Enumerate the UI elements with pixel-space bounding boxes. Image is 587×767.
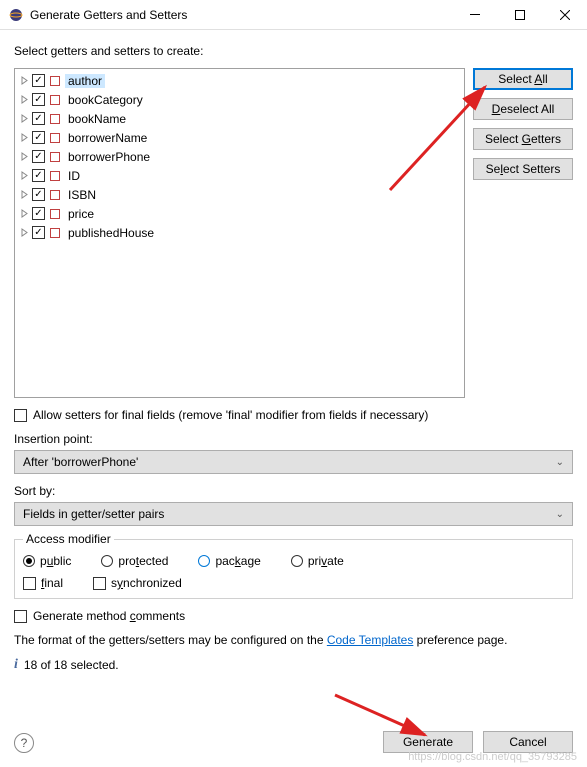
chevron-down-icon: ⌄ <box>556 457 564 468</box>
synchronized-label: synchronized <box>111 576 182 590</box>
field-icon <box>50 171 60 181</box>
expand-icon[interactable] <box>19 227 30 238</box>
access-modifier-legend: Access modifier <box>23 532 114 546</box>
field-icon <box>50 76 60 86</box>
access-package-radio[interactable]: package <box>198 554 260 568</box>
generate-comments-checkbox[interactable] <box>14 610 27 623</box>
field-icon <box>50 209 60 219</box>
fields-tree[interactable]: author bookCategory bookName borrowerName bo… <box>14 68 465 398</box>
code-templates-link[interactable]: Code Templates <box>327 633 414 647</box>
insertion-point-dropdown[interactable]: After 'borrowerPhone' ⌄ <box>14 450 573 474</box>
generate-comments-label: Generate method comments <box>33 609 185 623</box>
field-checkbox[interactable] <box>32 74 45 87</box>
tree-item[interactable]: bookName <box>15 109 464 128</box>
field-checkbox[interactable] <box>32 131 45 144</box>
synchronized-checkbox[interactable] <box>93 577 106 590</box>
expand-icon[interactable] <box>19 94 30 105</box>
allow-final-label: Allow setters for final fields (remove '… <box>33 408 428 422</box>
window-title: Generate Getters and Setters <box>30 8 452 22</box>
status-text: 18 of 18 selected. <box>24 658 119 672</box>
expand-icon[interactable] <box>19 170 30 181</box>
field-icon <box>50 95 60 105</box>
help-icon[interactable]: ? <box>14 733 34 753</box>
select-all-button[interactable]: Select All <box>473 68 573 90</box>
allow-final-checkbox[interactable] <box>14 409 27 422</box>
access-protected-radio[interactable]: protected <box>101 554 168 568</box>
tree-item[interactable]: ID <box>15 166 464 185</box>
field-icon <box>50 228 60 238</box>
field-checkbox[interactable] <box>32 207 45 220</box>
select-getters-button[interactable]: Select Getters <box>473 128 573 150</box>
field-label: bookName <box>65 112 129 126</box>
field-checkbox[interactable] <box>32 226 45 239</box>
tree-item[interactable]: price <box>15 204 464 223</box>
final-checkbox[interactable] <box>23 577 36 590</box>
expand-icon[interactable] <box>19 113 30 124</box>
field-checkbox[interactable] <box>32 188 45 201</box>
expand-icon[interactable] <box>19 208 30 219</box>
info-icon: i <box>14 657 18 673</box>
field-icon <box>50 114 60 124</box>
expand-icon[interactable] <box>19 189 30 200</box>
field-label: bookCategory <box>65 93 146 107</box>
tree-item[interactable]: publishedHouse <box>15 223 464 242</box>
sort-by-label: Sort by: <box>14 484 573 498</box>
watermark: https://blog.csdn.net/qq_35793285 <box>408 751 577 763</box>
final-label: final <box>41 576 63 590</box>
maximize-button[interactable] <box>497 0 542 29</box>
sort-by-value: Fields in getter/setter pairs <box>23 507 164 521</box>
field-checkbox[interactable] <box>32 93 45 106</box>
field-label: borrowerName <box>65 131 150 145</box>
eclipse-icon <box>8 7 24 23</box>
minimize-button[interactable] <box>452 0 497 29</box>
instruction-label: Select getters and setters to create: <box>14 44 573 58</box>
deselect-all-button[interactable]: Deselect All <box>473 98 573 120</box>
sort-by-dropdown[interactable]: Fields in getter/setter pairs ⌄ <box>14 502 573 526</box>
field-checkbox[interactable] <box>32 150 45 163</box>
insertion-point-label: Insertion point: <box>14 432 573 446</box>
expand-icon[interactable] <box>19 151 30 162</box>
field-label: ISBN <box>65 188 99 202</box>
cancel-button[interactable]: Cancel <box>483 731 573 753</box>
field-checkbox[interactable] <box>32 169 45 182</box>
access-public-radio[interactable]: public <box>23 554 71 568</box>
tree-item[interactable]: borrowerPhone <box>15 147 464 166</box>
tree-item[interactable]: author <box>15 71 464 90</box>
generate-button[interactable]: Generate <box>383 731 473 753</box>
field-icon <box>50 190 60 200</box>
close-button[interactable] <box>542 0 587 29</box>
tree-item[interactable]: ISBN <box>15 185 464 204</box>
field-label: publishedHouse <box>65 226 157 240</box>
expand-icon[interactable] <box>19 75 30 86</box>
insertion-point-value: After 'borrowerPhone' <box>23 455 138 469</box>
field-icon <box>50 133 60 143</box>
expand-icon[interactable] <box>19 132 30 143</box>
field-label: price <box>65 207 97 221</box>
field-icon <box>50 152 60 162</box>
access-modifier-group: Access modifier public protected package pr… <box>14 532 573 599</box>
tree-item[interactable]: borrowerName <box>15 128 464 147</box>
field-label: author <box>65 74 105 88</box>
select-setters-button[interactable]: Select Setters <box>473 158 573 180</box>
access-private-radio[interactable]: private <box>291 554 344 568</box>
format-hint: The format of the getters/setters may be… <box>14 633 573 647</box>
field-label: borrowerPhone <box>65 150 153 164</box>
field-checkbox[interactable] <box>32 112 45 125</box>
field-label: ID <box>65 169 83 183</box>
tree-item[interactable]: bookCategory <box>15 90 464 109</box>
chevron-down-icon: ⌄ <box>556 509 564 520</box>
